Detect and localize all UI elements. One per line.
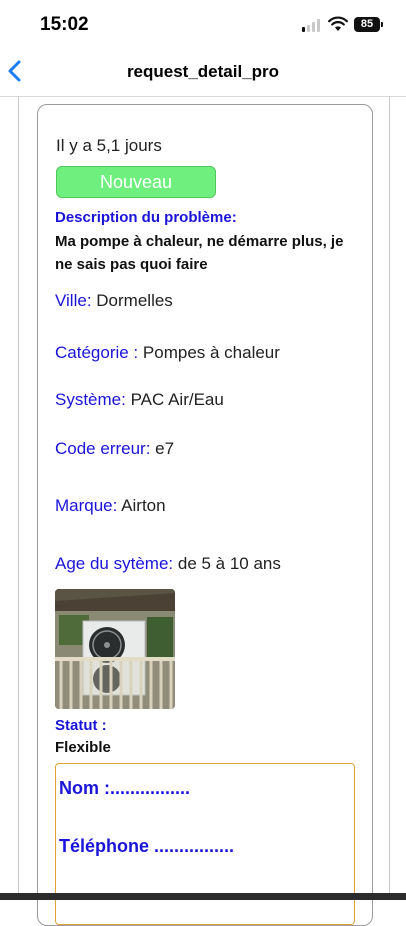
request-age: Il y a 5,1 jours [56, 136, 162, 155]
navigation-bar: request_detail_pro [0, 50, 406, 97]
field-age-systeme: Age du sytème: de 5 à 10 ans [55, 554, 281, 574]
signal-icon [302, 19, 322, 32]
battery-tip [381, 22, 383, 27]
content-area[interactable]: Il y a 5,1 jours Nouveau Description du … [18, 96, 390, 926]
field-label: Marque: [55, 496, 118, 515]
bottom-bar [0, 893, 406, 900]
contact-box: Nom :................ Téléphone ........… [55, 763, 355, 925]
heat-pump-image [55, 589, 175, 709]
description-text: Ma pompe à chaleur, ne démarre plus, je … [55, 233, 344, 273]
contact-nom: Nom :................ [59, 778, 191, 798]
field-value: de 5 à 10 ans [177, 554, 281, 573]
statut-label: Statut : [55, 717, 107, 734]
field-label: Code erreur: [55, 439, 151, 458]
system-photo[interactable] [55, 589, 175, 709]
page-title: request_detail_pro [126, 62, 280, 81]
field-ville: Ville: Dormelles [55, 291, 173, 311]
battery-icon: 85 [354, 17, 380, 32]
status-bar: 15:02 85 [0, 0, 406, 50]
field-label: Système: [55, 390, 126, 409]
contact-telephone: Téléphone ................ [59, 836, 235, 856]
field-marque: Marque: Airton [55, 496, 166, 516]
field-value: e7 [155, 439, 175, 458]
field-systeme: Système: PAC Air/Eau [55, 390, 224, 410]
field-value: Airton [121, 496, 166, 515]
description-label: Description du problème: [55, 209, 237, 226]
field-categorie: Catégorie : Pompes à chaleur [55, 343, 280, 363]
field-label: Catégorie : [55, 343, 139, 362]
field-value: PAC Air/Eau [130, 390, 224, 409]
status-badge: Nouveau [56, 166, 216, 198]
statut-value: Flexible [55, 739, 111, 756]
request-card: Il y a 5,1 jours Nouveau Description du … [37, 104, 373, 926]
wifi-icon [328, 16, 348, 31]
field-value: Pompes à chaleur [142, 343, 280, 362]
field-code-erreur: Code erreur: e7 [55, 439, 174, 459]
field-label: Ville: [55, 291, 92, 310]
field-label: Age du sytème: [55, 554, 174, 573]
field-value: Dormelles [96, 291, 173, 310]
status-time: 15:02 [40, 14, 89, 35]
